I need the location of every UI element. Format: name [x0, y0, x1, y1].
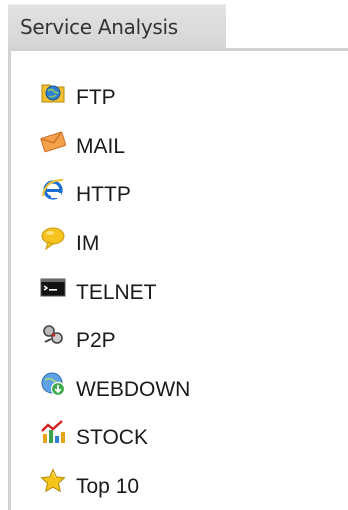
panel-title: Service Analysis [20, 14, 178, 39]
service-item-stock[interactable]: STOCK [40, 412, 190, 461]
mail-icon [40, 128, 66, 154]
service-label-im: IM [76, 232, 100, 256]
service-item-im[interactable]: IM [40, 218, 190, 267]
service-item-http[interactable]: HTTP [40, 169, 190, 218]
http-icon [40, 176, 66, 202]
service-item-p2p[interactable]: P2P [40, 315, 190, 364]
service-analysis-panel: Service Analysis FTP MAIL HTTP IM TELNET… [0, 0, 348, 510]
service-label-mail: MAIL [76, 134, 126, 158]
stock-icon [40, 419, 66, 445]
p2p-icon [40, 322, 66, 348]
service-label-ftp: FTP [76, 86, 116, 110]
panel-left-border [8, 51, 11, 510]
service-item-webdown[interactable]: WEBDOWN [40, 364, 190, 413]
service-item-top10[interactable]: Top 10 [40, 461, 190, 510]
webdown-icon [40, 371, 66, 397]
service-item-mail[interactable]: MAIL [40, 121, 190, 170]
service-item-telnet[interactable]: TELNET [40, 266, 190, 315]
im-icon [40, 225, 66, 251]
service-label-p2p: P2P [76, 329, 116, 353]
service-label-webdown: WEBDOWN [76, 377, 191, 401]
service-label-telnet: TELNET [76, 280, 157, 304]
telnet-icon [40, 274, 66, 300]
service-label-http: HTTP [76, 183, 131, 207]
service-label-stock: STOCK [76, 426, 148, 450]
star-icon [40, 468, 66, 494]
service-label-top10: Top 10 [76, 475, 140, 499]
ftp-icon [40, 79, 66, 105]
header-divider [8, 48, 348, 51]
service-list: FTP MAIL HTTP IM TELNET P2P WEBDOWN STOC… [40, 72, 190, 509]
service-item-ftp[interactable]: FTP [40, 72, 190, 121]
service-analysis-tab[interactable]: Service Analysis [8, 4, 226, 48]
